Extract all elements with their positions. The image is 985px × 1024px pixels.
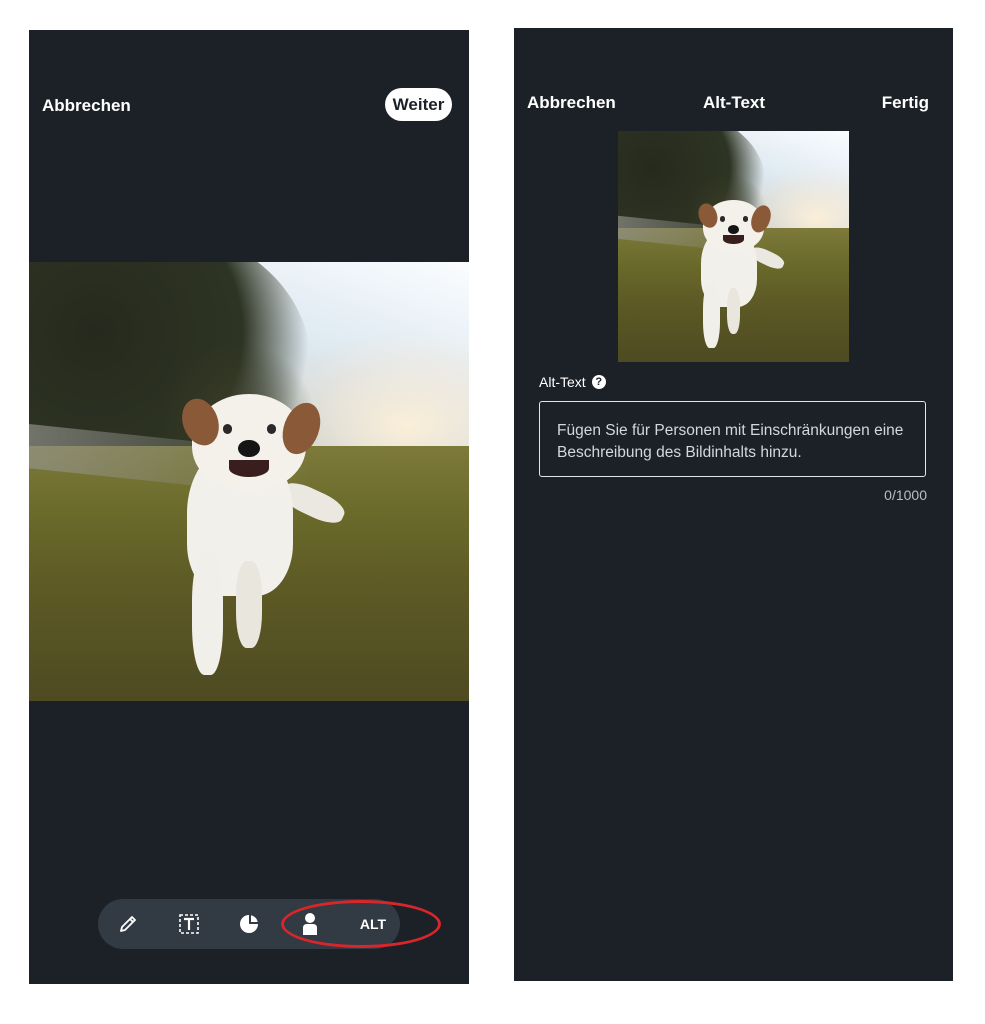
alt-text-input[interactable]: Fügen Sie für Personen mit Einschränkung… [539, 401, 926, 477]
photo-thumbnail [618, 131, 849, 362]
edit-toolbar: ALT [98, 899, 400, 949]
alt-text-label-row: Alt-Text ? [539, 374, 606, 390]
person-icon[interactable] [288, 899, 332, 949]
alt-button[interactable]: ALT [347, 899, 399, 949]
text-box-icon[interactable] [167, 899, 211, 949]
question-icon[interactable]: ? [591, 375, 606, 389]
page-title: Alt-Text [703, 93, 766, 112]
cancel-button[interactable]: Abbrechen [42, 96, 131, 116]
sticker-icon[interactable] [227, 899, 271, 949]
cancel-button[interactable]: Abbrechen [527, 93, 616, 113]
character-counter: 0/1000 [884, 487, 927, 503]
photo-preview [29, 262, 469, 701]
next-button[interactable]: Weiter [385, 88, 452, 121]
done-button[interactable]: Fertig [882, 93, 929, 113]
alt-label: ALT [359, 916, 387, 932]
alt-text-screen: Abbrechen Alt-Text Fertig Alt-Text ? Füg… [514, 28, 953, 981]
alt-text-label: Alt-Text [539, 374, 586, 390]
pencil-icon[interactable] [106, 899, 150, 949]
photo-editor-screen: Abbrechen Weiter ALT [29, 30, 469, 984]
